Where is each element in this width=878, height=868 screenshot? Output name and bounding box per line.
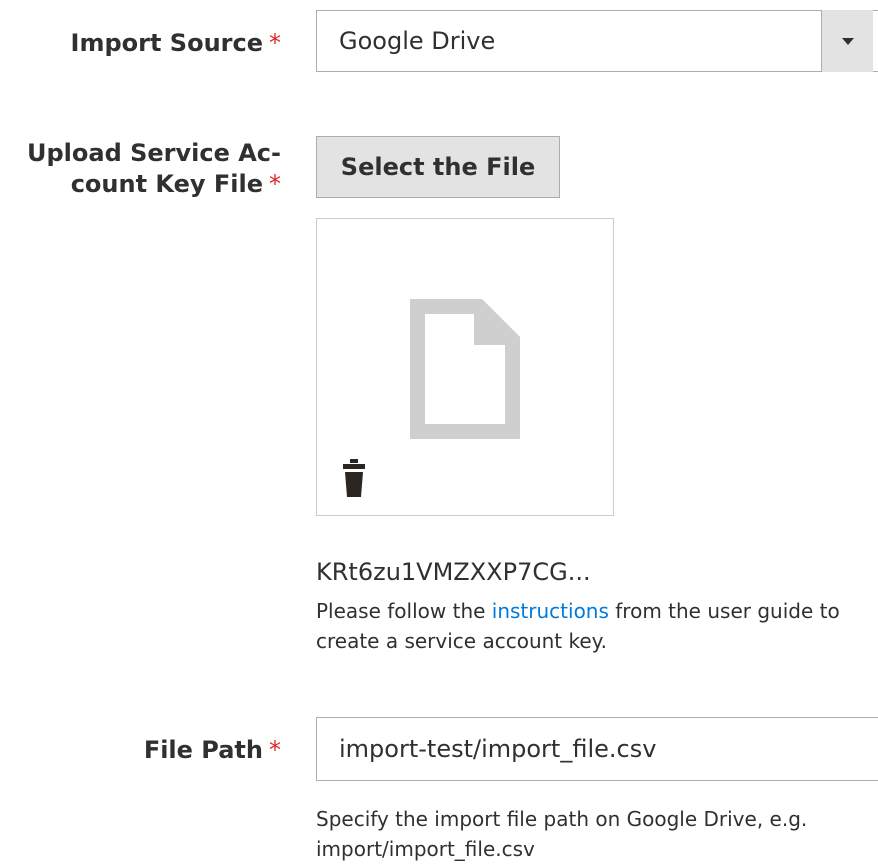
file-path-help-note: Specify the import file path on Google D… bbox=[316, 807, 808, 861]
import-source-selected-value: Google Drive bbox=[339, 27, 496, 55]
file-path-input[interactable]: import-test/import_file.csv bbox=[316, 717, 878, 781]
upload-help-text-before: Please follow the bbox=[316, 599, 492, 623]
upload-key-file-label-line2: count Key File bbox=[70, 170, 263, 198]
import-source-label-text: Import Source bbox=[70, 29, 263, 57]
required-mark: * bbox=[269, 170, 281, 198]
import-source-select[interactable]: Google Drive bbox=[316, 10, 878, 72]
file-path-label: File Path * bbox=[144, 736, 281, 764]
file-path-value: import-test/import_file.csv bbox=[339, 735, 657, 763]
triangle-down-icon bbox=[842, 38, 854, 45]
import-source-label: Import Source * bbox=[71, 29, 281, 57]
file-preview bbox=[316, 218, 614, 516]
dropdown-toggle[interactable] bbox=[821, 10, 873, 72]
select-file-button[interactable]: Select the File bbox=[316, 136, 560, 198]
upload-key-file-label: Upload Service Ac- count Key File * bbox=[27, 138, 281, 200]
upload-help-note: Please follow the instructions from the … bbox=[316, 596, 878, 656]
required-mark: * bbox=[269, 736, 281, 764]
upload-key-file-label-line1: Upload Service Ac- bbox=[26, 139, 281, 167]
import-settings-form: Import Source * Google Drive Upload Servi… bbox=[0, 0, 878, 868]
trash-icon[interactable] bbox=[343, 459, 365, 497]
instructions-link[interactable]: instructions bbox=[492, 599, 609, 623]
document-icon bbox=[410, 299, 520, 439]
uploaded-filename: KRt6zu1VMZXXP7CG... bbox=[316, 558, 591, 586]
required-mark: * bbox=[269, 29, 281, 57]
file-path-label-text: File Path bbox=[143, 736, 263, 764]
